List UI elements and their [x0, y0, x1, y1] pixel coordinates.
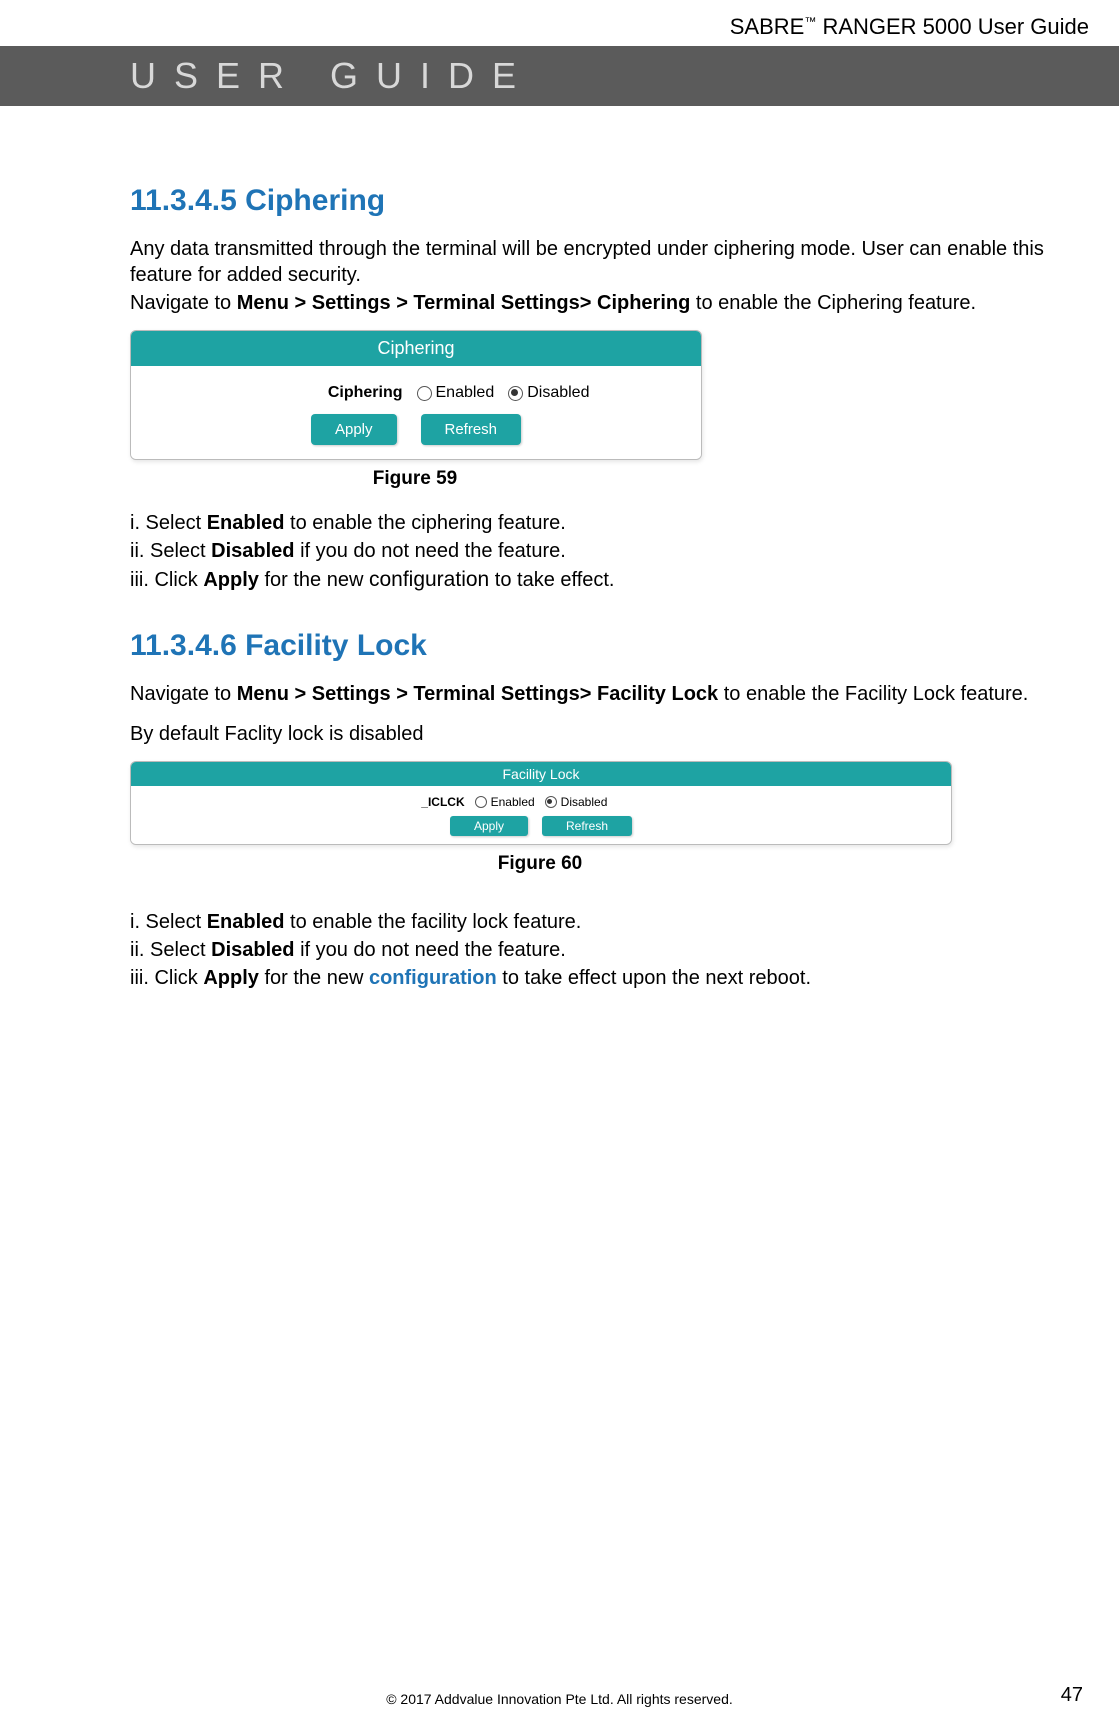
text: if you do not need the feature.: [295, 939, 566, 961]
text: to enable the Ciphering feature.: [690, 292, 976, 314]
panel-title: Ciphering: [131, 331, 701, 366]
radio-icon: [545, 796, 557, 808]
figure-ciphering-panel: Ciphering Ciphering Enabled Disabled App…: [130, 330, 702, 460]
copyright: © 2017 Addvalue Innovation Pte Ltd. All …: [0, 1691, 1119, 1707]
footer: © 2017 Addvalue Innovation Pte Ltd. All …: [0, 1691, 1119, 1707]
text: to take effect upon the next reboot.: [497, 967, 811, 989]
text: to enable the facility lock feature.: [285, 911, 582, 933]
radio-icon: [417, 386, 432, 401]
button-row: Apply Refresh: [131, 816, 951, 836]
row-label: _ICLCK: [245, 795, 465, 809]
radio-enabled[interactable]: Enabled: [417, 384, 495, 402]
step-iii: iii. Click Apply for the new configurati…: [130, 965, 1087, 991]
page-number: 47: [1061, 1684, 1083, 1707]
step-ii: ii. Select Disabled if you do not need t…: [130, 937, 1087, 963]
radio-icon: [475, 796, 487, 808]
radio-label: Enabled: [491, 795, 535, 809]
figure-caption-60: Figure 60: [130, 853, 950, 875]
radio-disabled[interactable]: Disabled: [508, 384, 589, 402]
facility-nav: Navigate to Menu > Settings > Terminal S…: [130, 681, 1087, 707]
radio-label: Disabled: [527, 384, 589, 402]
page: SABRE™ RANGER 5000 User Guide USER GUIDE…: [0, 0, 1119, 1717]
apply-button[interactable]: Apply: [450, 816, 528, 836]
text: to enable the ciphering feature.: [285, 512, 566, 534]
panel-title: Facility Lock: [131, 762, 951, 786]
configuration-link[interactable]: configuration: [369, 967, 497, 989]
text: Navigate to: [130, 292, 237, 314]
ciphering-intro: Any data transmitted through the termina…: [130, 236, 1087, 288]
trademark-symbol: ™: [804, 15, 816, 29]
text: ii. Select: [130, 540, 211, 562]
text: for the new: [259, 967, 369, 989]
bold-text: Disabled: [211, 939, 294, 961]
text: to take effect.: [489, 569, 614, 591]
radio-label: Disabled: [561, 795, 608, 809]
product-name-pre: SABRE: [730, 14, 805, 39]
radio-label: Enabled: [436, 384, 495, 402]
refresh-button[interactable]: Refresh: [542, 816, 632, 836]
facility-default-note: By default Faclity lock is disabled: [130, 721, 1087, 747]
form-row-ciphering: Ciphering Enabled Disabled: [131, 378, 701, 408]
form-row-iclck: _ICLCK Enabled Disabled: [131, 792, 951, 812]
text: ii. Select: [130, 939, 211, 961]
text: i. Select: [130, 512, 207, 534]
text: Navigate to: [130, 683, 237, 705]
product-name-post: RANGER 5000 User Guide: [816, 14, 1089, 39]
bold-text: Disabled: [211, 540, 294, 562]
document-header: SABRE™ RANGER 5000 User Guide: [0, 0, 1119, 46]
radio-disabled[interactable]: Disabled: [545, 795, 608, 809]
bold-text: Apply: [203, 967, 259, 989]
bold-text: Apply: [203, 569, 259, 591]
nav-path: Menu > Settings > Terminal Settings> Fac…: [237, 683, 718, 705]
button-row: Apply Refresh: [131, 414, 701, 445]
text: for the new: [259, 569, 369, 591]
bold-text: Enabled: [207, 911, 285, 933]
banner-title: USER GUIDE: [130, 55, 534, 97]
bold-text: Enabled: [207, 512, 285, 534]
ciphering-nav: Navigate to Menu > Settings > Terminal S…: [130, 290, 1087, 316]
content: 11.3.4.5 Ciphering Any data transmitted …: [0, 106, 1119, 991]
figure-caption-59: Figure 59: [130, 468, 700, 490]
text: to enable the Facility Lock feature.: [718, 683, 1028, 705]
text: iii. Click: [130, 569, 203, 591]
refresh-button[interactable]: Refresh: [421, 414, 522, 445]
text: i. Select: [130, 911, 207, 933]
step-i: i. Select Enabled to enable the facility…: [130, 909, 1087, 935]
text: if you do not need the feature.: [295, 540, 566, 562]
text: iii. Click: [130, 967, 203, 989]
apply-button[interactable]: Apply: [311, 414, 397, 445]
figure-facility-panel: Facility Lock _ICLCK Enabled Disabled Ap…: [130, 761, 952, 845]
section-heading-facility-lock: 11.3.4.6 Facility Lock: [130, 629, 1087, 663]
row-label: Ciphering: [243, 384, 403, 402]
banner: USER GUIDE: [0, 46, 1119, 106]
panel-body: Ciphering Enabled Disabled Apply Refresh: [131, 366, 701, 459]
step-i: i. Select Enabled to enable the cipherin…: [130, 510, 1087, 536]
section-heading-ciphering: 11.3.4.5 Ciphering: [130, 184, 1087, 218]
text: configuration: [369, 568, 489, 591]
nav-path: Menu > Settings > Terminal Settings> Cip…: [237, 292, 691, 314]
radio-enabled[interactable]: Enabled: [475, 795, 535, 809]
radio-icon: [508, 386, 523, 401]
panel-body: _ICLCK Enabled Disabled Apply Refresh: [131, 786, 951, 844]
step-ii: ii. Select Disabled if you do not need t…: [130, 538, 1087, 564]
step-iii: iii. Click Apply for the new configurati…: [130, 566, 1087, 593]
